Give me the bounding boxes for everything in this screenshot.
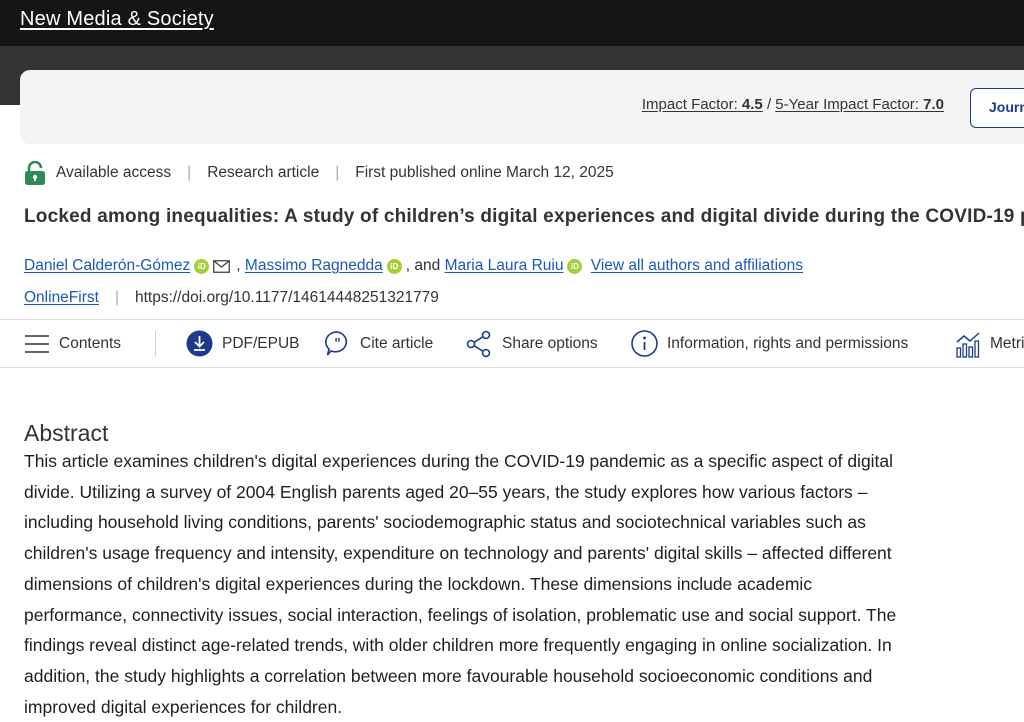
hamburger-icon [25,334,49,353]
access-label: Available access [56,164,172,181]
cite-article-button[interactable]: " Cite article [324,320,433,367]
onlinefirst-link[interactable]: OnlineFirst [24,289,99,307]
author-link[interactable]: Maria Laura Ruiu [445,257,564,275]
doi-row: OnlineFirst | https://doi.org/10.1177/14… [24,289,439,307]
lock-open-icon [25,161,45,185]
orcid-icon[interactable]: iD [386,258,402,274]
share-options-button[interactable]: Share options [465,320,598,367]
published-date: First published online March 12, 2025 [355,164,614,181]
orcid-icon[interactable]: iD [194,258,210,274]
abstract-text: This article examines children's digital… [24,451,897,717]
author-link[interactable]: Massimo Ragnedda [245,257,383,275]
view-all-authors-link[interactable]: View all authors and affiliations [591,257,803,275]
download-icon [186,330,213,357]
info-icon [631,330,658,357]
article-toolbar: Contents PDF/EPUB " Cite article Share o… [0,319,1024,368]
author-link[interactable]: Daniel Calderón-Gómez [24,257,190,275]
doi: https://doi.org/10.1177/1461444825132177… [134,289,439,306]
svg-text:": " [334,337,341,352]
five-year-impact-factor-link[interactable]: 5-Year Impact Factor: 7.0 [775,96,944,113]
author-list: Daniel Calderón-Gómez iD , Massimo Ragne… [24,257,804,275]
quote-icon: " [325,331,348,356]
information-rights-button[interactable]: Information, rights and permissions [631,320,908,367]
abstract-heading: Abstract [24,420,109,447]
article-title: Locked among inequalities: A study of ch… [24,206,1024,227]
article-meta: Available access | Research article | Fi… [24,160,614,186]
orcid-icon[interactable]: iD [567,258,583,274]
mail-icon[interactable] [213,259,231,273]
toolbar-divider [155,331,156,356]
article-type: Research article [207,164,320,181]
share-icon [466,330,491,357]
pdf-epub-button[interactable]: PDF/EPUB [186,320,300,367]
impact-factor-link[interactable]: Impact Factor: 4.5 [642,96,763,113]
journal-button[interactable]: Journal [970,88,1024,128]
impact-factor: Impact Factor: 4.5 / 5-Year Impact Facto… [641,96,944,113]
contents-button[interactable]: Contents [24,320,121,367]
metrics-button[interactable]: Metrics [955,320,1024,367]
bar-chart-icon [956,331,980,358]
journal-home-link[interactable]: New Media & Society [20,8,214,31]
